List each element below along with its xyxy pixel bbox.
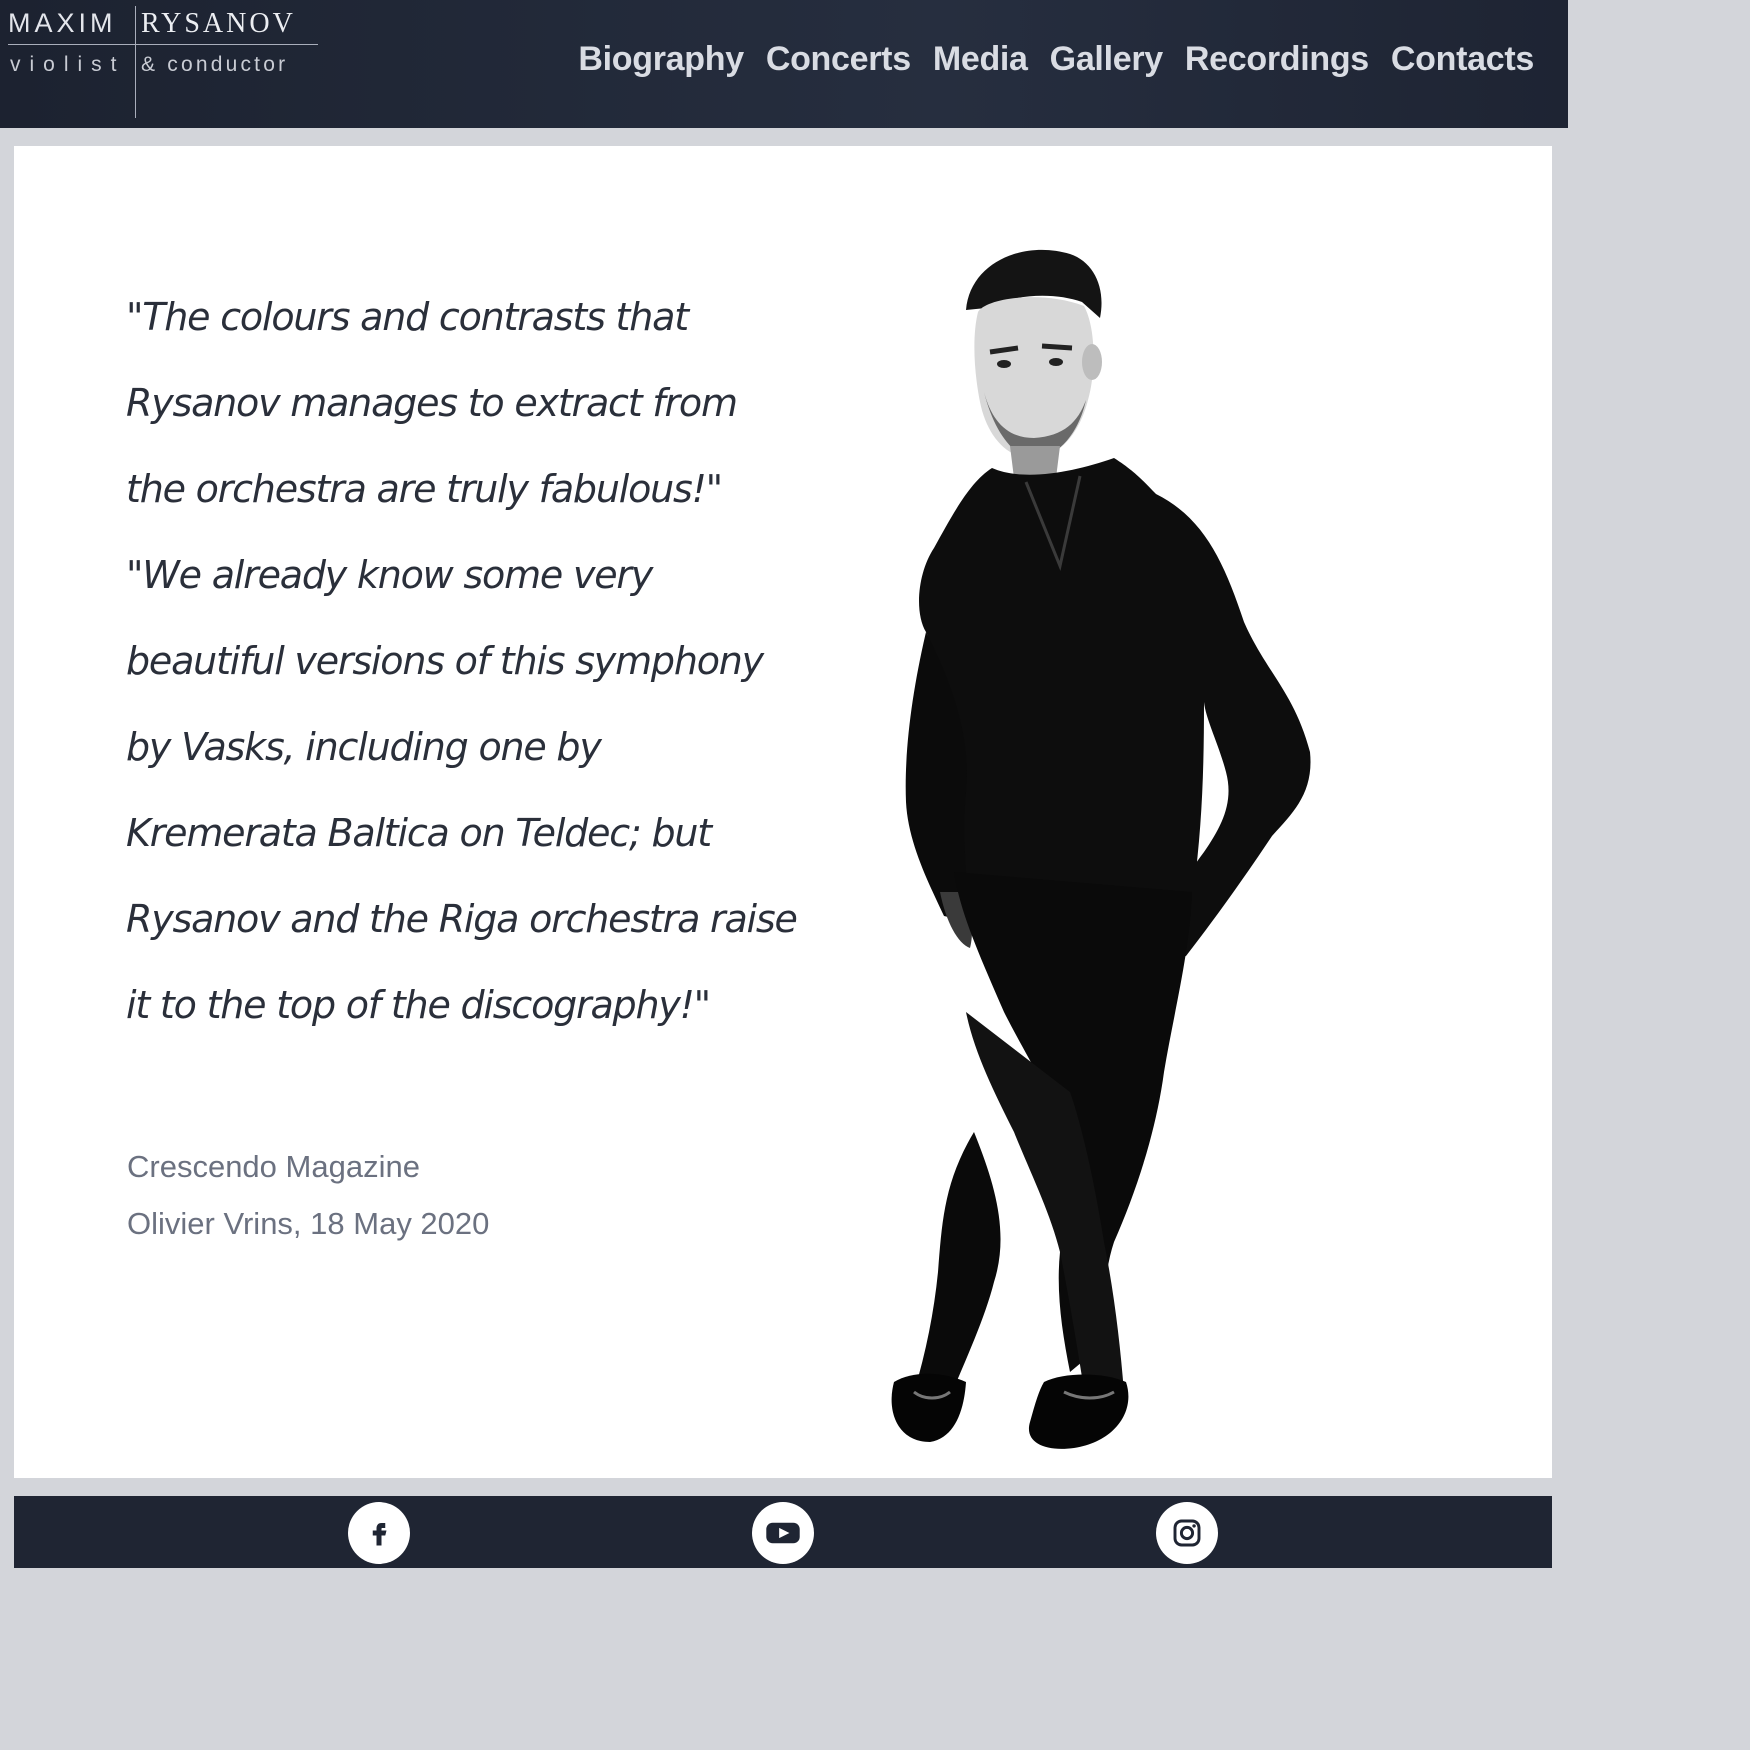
quote-line: Rysanov manages to extract from [126,381,738,425]
nav-recordings[interactable]: Recordings [1185,40,1369,79]
instagram-icon [1173,1519,1201,1547]
nav-gallery[interactable]: Gallery [1050,40,1164,79]
facebook-link[interactable] [348,1502,410,1564]
quote-author-date: Olivier Vrins, 18 May 2020 [127,1206,490,1241]
quote-line: "The colours and contrasts that [126,295,689,339]
logo-divider-vertical [135,6,136,118]
nav-biography[interactable]: Biography [578,40,744,79]
logo-role-conductor: & conductor [141,53,289,76]
nav-concerts[interactable]: Concerts [766,40,911,79]
logo-last-name: RYSANOV [141,8,296,39]
youtube-link[interactable] [752,1502,814,1564]
press-quote: "The colours and contrasts that Rysanov … [126,274,826,1048]
quote-line: Rysanov and the Riga orchestra raise [126,897,798,941]
quote-line: "We already know some very [126,553,653,597]
content-panel: "The colours and contrasts that Rysanov … [14,146,1552,1478]
quote-line: the orchestra are truly fabulous!" [126,467,723,511]
facebook-icon [372,1523,387,1546]
logo-first-name: MAXIM [8,8,117,38]
site-footer [14,1496,1552,1568]
site-logo[interactable]: MAXIM RYSANOV violist & conductor [8,6,320,120]
nav-contacts[interactable]: Contacts [1391,40,1534,79]
site-header: MAXIM RYSANOV violist & conductor Biogra… [0,0,1568,128]
quote-line: beautiful versions of this symphony [126,639,764,683]
quote-source: Crescendo Magazine [127,1149,420,1184]
instagram-link[interactable] [1156,1502,1218,1564]
logo-divider-horizontal [8,44,318,45]
youtube-icon [766,1522,800,1544]
main-nav: Biography Concerts Media Gallery Recordi… [578,40,1534,79]
quote-credits: Crescendo Magazine Olivier Vrins, 18 May… [127,1138,489,1252]
quote-line: Kremerata Baltica on Teldec; but [126,811,712,855]
nav-media[interactable]: Media [933,40,1028,79]
quote-line: by Vasks, including one by [126,725,602,769]
portrait-photo [891,249,1311,1449]
logo-role-violist: violist [10,53,126,76]
quote-line: it to the top of the discography!" [126,983,711,1027]
